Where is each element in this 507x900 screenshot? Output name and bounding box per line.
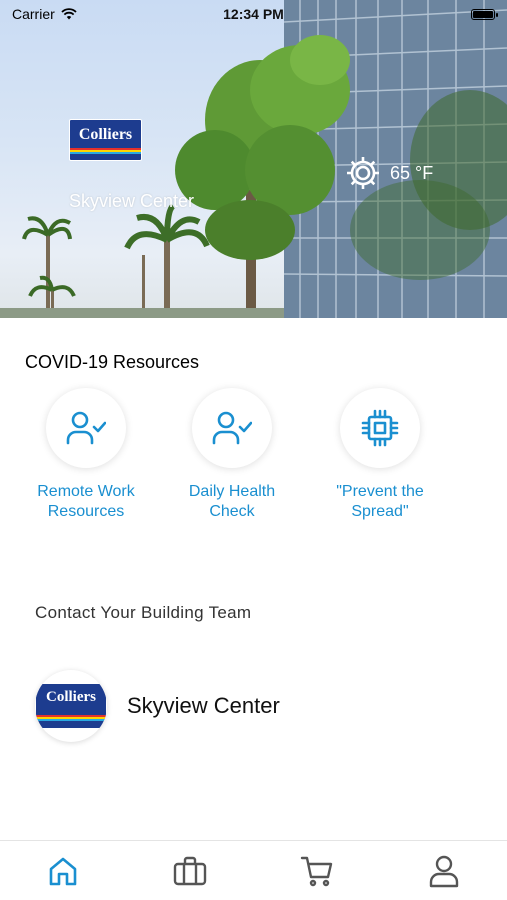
contact-section-title: Contact Your Building Team — [35, 603, 252, 622]
logo-wordmark: Colliers — [46, 689, 96, 705]
logo-stripes — [36, 715, 106, 722]
resource-remote-work[interactable]: Remote Work Resources — [16, 388, 156, 522]
person-check-icon — [66, 411, 106, 445]
tab-profile[interactable] — [414, 846, 474, 896]
cart-icon — [300, 856, 333, 886]
resource-icon-circle[interactable] — [192, 388, 272, 468]
resource-label[interactable]: Remote Work Resources — [16, 482, 156, 522]
contact-building-row[interactable]: Colliers Skyview Center — [35, 670, 280, 742]
tab-briefcase[interactable] — [160, 846, 220, 896]
covid-resources-list: Remote Work Resources Daily Health Check — [0, 388, 507, 528]
resource-icon-circle[interactable] — [46, 388, 126, 468]
contact-building-name[interactable]: Skyview Center — [127, 693, 280, 719]
logo-wordmark: Colliers — [78, 126, 133, 143]
hero-building-name: Skyview Center — [69, 191, 195, 211]
resource-icon-circle[interactable] — [340, 388, 420, 468]
contact-avatar[interactable]: Colliers — [35, 670, 107, 742]
status-time: 12:34 PM — [223, 6, 284, 22]
tab-cart[interactable] — [287, 846, 347, 896]
temperature-label: 65 °F — [390, 162, 434, 183]
profile-icon — [429, 855, 458, 887]
tab-home[interactable] — [33, 846, 93, 896]
gear-sun-icon — [347, 157, 379, 189]
hero-banner: Carrier 12:34 PM Colliers Skyview Center — [0, 0, 507, 318]
covid-resources-title: COVID-19 Resources — [25, 352, 200, 372]
resource-daily-health-check[interactable]: Daily Health Check — [162, 388, 302, 522]
chip-icon — [361, 409, 399, 447]
resource-prevent-the-spread[interactable]: "Prevent the Spread" — [310, 388, 450, 522]
resource-label[interactable]: Daily Health Check — [162, 482, 302, 522]
resource-label[interactable]: "Prevent the Spread" — [310, 482, 450, 522]
weather-widget: 65 °F — [344, 154, 433, 192]
home-icon — [50, 857, 77, 885]
person-check-icon — [212, 411, 252, 445]
colliers-logo: Colliers — [69, 119, 142, 161]
logo-stripes — [70, 148, 141, 155]
tab-bar — [0, 840, 507, 900]
colliers-logo: Colliers — [36, 684, 106, 728]
briefcase-icon — [173, 856, 207, 885]
